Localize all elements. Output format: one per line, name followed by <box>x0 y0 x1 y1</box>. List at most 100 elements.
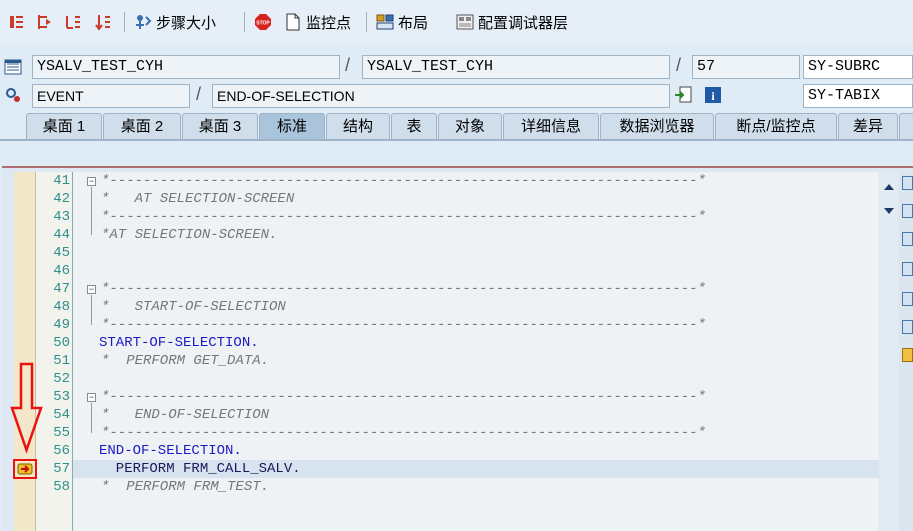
tab-data-explorer[interactable]: 数据浏览器 <box>600 113 714 139</box>
variable-2-field[interactable]: SY-TABIX <box>803 84 913 108</box>
line-number: 58 <box>53 479 70 495</box>
tab-objects[interactable]: 对象 <box>438 113 502 139</box>
line-number: 43 <box>53 209 70 225</box>
code-line: *---------------------------------------… <box>101 425 706 441</box>
layout-label: 布局 <box>398 14 429 32</box>
line-number: 47 <box>53 281 70 297</box>
fold-guide <box>91 187 92 235</box>
code-line: * PERFORM GET_DATA. <box>101 353 270 369</box>
variable-1-field[interactable]: SY-SUBRC <box>803 55 913 79</box>
layout-icon <box>376 13 394 31</box>
layout-button[interactable]: 布局 <box>376 10 428 34</box>
line-number: 42 <box>53 191 70 207</box>
line-number: 50 <box>53 335 70 351</box>
code-line: *AT SELECTION-SCREEN. <box>101 227 278 243</box>
separator-slash: / <box>676 55 682 75</box>
separator-slash: / <box>345 55 351 75</box>
return-button[interactable] <box>64 10 82 34</box>
side-tool-icon[interactable] <box>902 320 913 334</box>
side-tool-icon[interactable] <box>902 176 913 190</box>
code-line: *---------------------------------------… <box>101 317 706 333</box>
info-icon[interactable]: i <box>704 86 722 104</box>
fold-toggle[interactable]: − <box>87 393 96 402</box>
fold-toggle[interactable]: − <box>87 177 96 186</box>
code-line: * START-OF-SELECTION <box>101 299 286 315</box>
debugger-tabs: 桌面 1 桌面 2 桌面 3 标准 结构 表 对象 详细信息 数据浏览器 断点/… <box>0 113 913 139</box>
configure-debugger-layers-button[interactable]: 配置调试器层 <box>456 10 568 34</box>
code-line: * AT SELECTION-SCREEN <box>101 191 295 207</box>
event-name-field: END-OF-SELECTION <box>212 84 670 108</box>
tab-breakpoints-watchpoints[interactable]: 断点/监控点 <box>715 113 837 139</box>
tab-more[interactable] <box>899 113 913 139</box>
single-step-button[interactable] <box>8 10 26 34</box>
code-line: *---------------------------------------… <box>101 173 706 189</box>
main-program-field: YSALV_TEST_CYH <box>32 55 340 79</box>
event-icon <box>4 86 22 104</box>
side-tool-icon[interactable] <box>902 232 913 246</box>
toolbar-separator <box>366 12 367 32</box>
line-number-field: 57 <box>692 55 800 79</box>
step-size-button[interactable]: 步骤大小 <box>134 10 216 34</box>
step-size-icon <box>134 13 152 31</box>
current-statement-marker[interactable] <box>13 459 37 479</box>
program-icon <box>4 58 22 76</box>
code-line: *---------------------------------------… <box>101 209 706 225</box>
fold-guide <box>91 295 92 325</box>
toolbar-separator <box>124 12 125 32</box>
code-line: *---------------------------------------… <box>101 281 706 297</box>
tab-diff[interactable]: 差异 <box>838 113 898 139</box>
stop-sign-icon: STOP <box>254 13 272 31</box>
scroll-down-arrow-icon[interactable] <box>884 208 894 214</box>
stop-breakpoint-button[interactable]: STOP <box>254 10 272 34</box>
line-number: 41 <box>53 173 70 189</box>
watchpoint-button[interactable]: 监控点 <box>284 10 351 34</box>
config-layers-icon <box>456 13 474 31</box>
single-step-icon <box>8 13 26 31</box>
svg-text:STOP: STOP <box>256 21 270 27</box>
tab-table[interactable]: 表 <box>391 113 437 139</box>
config-layers-label: 配置调试器层 <box>478 14 569 32</box>
code-line: * PERFORM FRM_TEST. <box>101 479 270 495</box>
red-arrow-annotation <box>10 362 43 454</box>
continue-icon <box>94 13 112 31</box>
code-line: * END-OF-SELECTION <box>101 407 270 423</box>
tab-structure[interactable]: 结构 <box>326 113 390 139</box>
line-number: 45 <box>53 245 70 261</box>
side-tool-icon[interactable] <box>902 262 913 276</box>
tab-standard[interactable]: 标准 <box>259 113 325 139</box>
side-tool-icon[interactable] <box>902 348 913 362</box>
execution-pointer-icon <box>17 463 33 475</box>
source-program-field: YSALV_TEST_CYH <box>362 55 670 79</box>
continue-button[interactable] <box>94 10 112 34</box>
debugger-toolbar: 步骤大小 STOP 监控点 布局 配置调试器层 <box>0 0 913 44</box>
current-code-line: PERFORM FRM_CALL_SALV. <box>99 461 301 477</box>
fold-toggle[interactable]: − <box>87 285 96 294</box>
document-icon <box>284 13 302 31</box>
code-line: *---------------------------------------… <box>101 389 706 405</box>
code-line: START-OF-SELECTION. <box>99 335 259 351</box>
step-size-label: 步骤大小 <box>156 14 217 32</box>
tab-desktop-2[interactable]: 桌面 2 <box>103 113 181 139</box>
line-number: 46 <box>53 263 70 279</box>
line-number: 57 <box>53 461 70 477</box>
side-tool-icon[interactable] <box>902 292 913 306</box>
line-number: 49 <box>53 317 70 333</box>
tab-baseline <box>0 139 913 141</box>
execute-button[interactable] <box>36 10 54 34</box>
watchpoint-label: 监控点 <box>306 14 352 32</box>
tab-desktop-1[interactable]: 桌面 1 <box>26 113 102 139</box>
editor-vertical-scrollbar[interactable] <box>880 172 898 531</box>
side-tool-icon[interactable] <box>902 204 913 218</box>
line-number: 44 <box>53 227 70 243</box>
event-type-field: EVENT <box>32 84 190 108</box>
tab-desktop-3[interactable]: 桌面 3 <box>182 113 258 139</box>
code-line: END-OF-SELECTION. <box>99 443 242 459</box>
toolbar-separator <box>244 12 245 32</box>
fold-guide <box>91 403 92 433</box>
scroll-up-arrow-icon[interactable] <box>884 184 894 190</box>
navigate-source-icon[interactable] <box>674 86 692 104</box>
return-icon <box>64 13 82 31</box>
separator-slash: / <box>196 84 202 104</box>
line-number: 48 <box>53 299 70 315</box>
tab-details[interactable]: 详细信息 <box>503 113 599 139</box>
